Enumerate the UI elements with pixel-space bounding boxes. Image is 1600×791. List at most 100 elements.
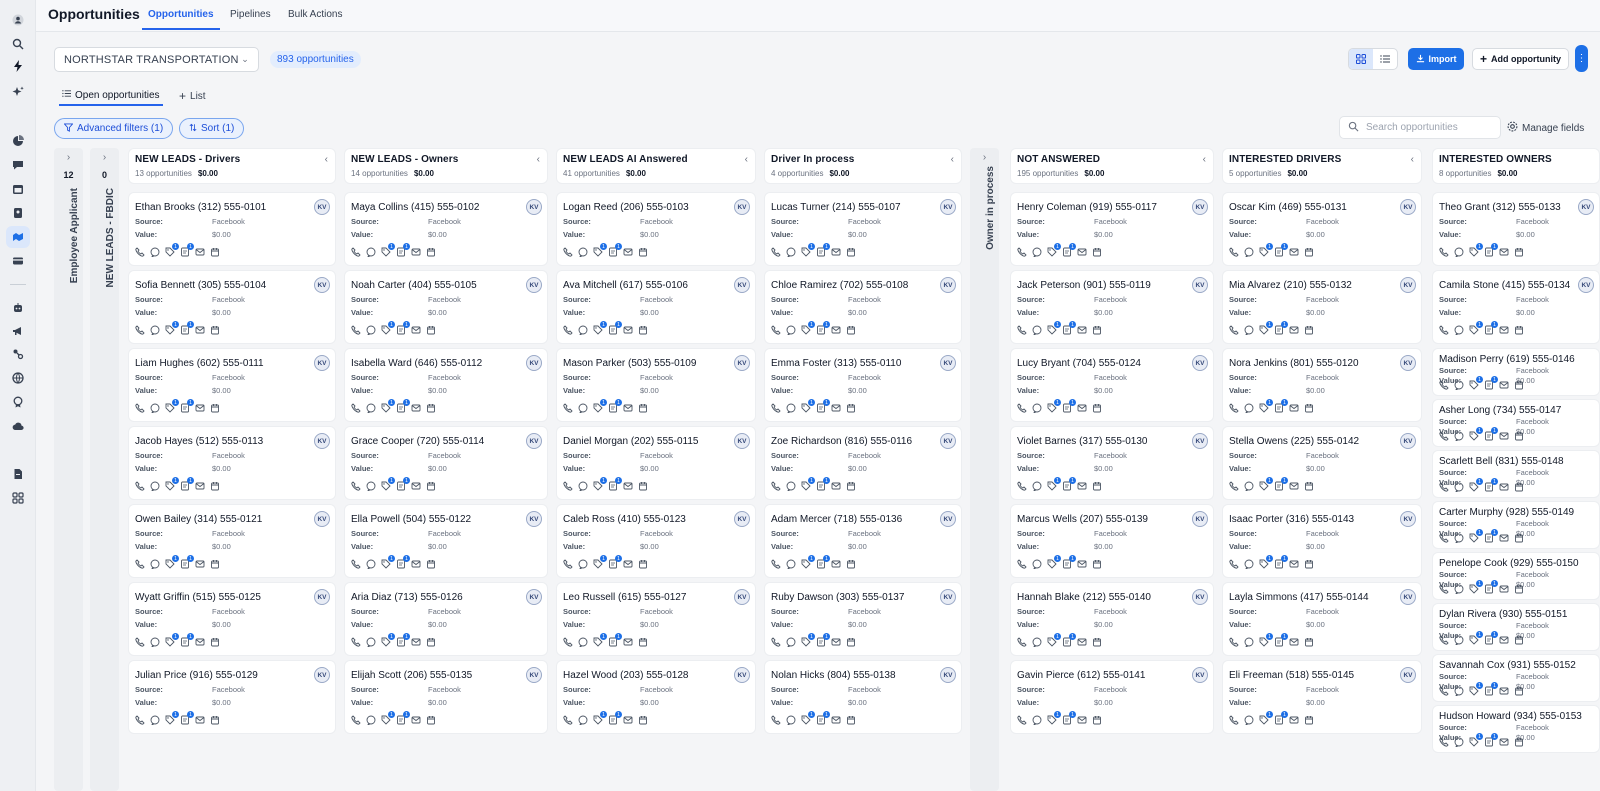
opportunity-name[interactable]: Wyatt Griffin (515) 555-0125 — [135, 592, 329, 603]
assignee-avatar[interactable]: KV — [526, 511, 542, 527]
tab-pipelines[interactable]: Pipelines — [230, 9, 271, 20]
chat-icon[interactable] — [1454, 431, 1464, 441]
sparkle-icon[interactable] — [6, 81, 30, 103]
opportunity-card[interactable]: Gavin Pierce (612) 555-0141 KV Source: Face… — [1010, 660, 1214, 734]
notes-icon[interactable]: 1 — [608, 477, 622, 491]
email-icon[interactable] — [411, 637, 421, 647]
phone-icon[interactable] — [771, 403, 781, 413]
add-opportunity-button[interactable]: + Add opportunity — [1472, 48, 1569, 70]
chevron-right-icon[interactable]: › — [970, 152, 999, 163]
reputation-icon[interactable] — [6, 391, 30, 413]
email-icon[interactable] — [1077, 325, 1087, 335]
notes-icon[interactable]: 1 — [816, 555, 830, 569]
tag-icon[interactable]: 1 — [381, 399, 395, 413]
notes-icon[interactable]: 1 — [1274, 711, 1288, 725]
calendar-icon[interactable] — [1514, 431, 1524, 441]
calendar-icon[interactable] — [210, 325, 220, 335]
opportunity-card[interactable]: Adam Mercer (718) 555-0136 KV Source: Faceb… — [764, 504, 962, 578]
assignee-avatar[interactable]: KV — [314, 433, 330, 449]
tag-icon[interactable]: 1 — [593, 633, 607, 647]
calendar-icon[interactable] — [1514, 584, 1524, 594]
opportunity-name[interactable]: Isabella Ward (646) 555-0112 — [351, 358, 541, 369]
email-icon[interactable] — [411, 403, 421, 413]
opportunity-name[interactable]: Ava Mitchell (617) 555-0106 — [563, 280, 749, 291]
opportunity-card[interactable]: Ruby Dawson (303) 555-0137 KV Source: Faceb… — [764, 582, 962, 656]
calendar-icon[interactable] — [210, 559, 220, 569]
notes-icon[interactable]: 1 — [1062, 711, 1076, 725]
opportunity-name[interactable]: Logan Reed (206) 555-0103 — [563, 202, 749, 213]
calendar-icon[interactable] — [1304, 715, 1314, 725]
collapsed-column-owner-in-process[interactable]: › Owner in process — [970, 148, 999, 791]
email-icon[interactable] — [1289, 481, 1299, 491]
chat-icon[interactable] — [1244, 247, 1254, 257]
calendar-icon[interactable] — [1092, 325, 1102, 335]
contacts-icon[interactable] — [6, 202, 30, 224]
calendar-icon[interactable] — [638, 403, 648, 413]
tag-icon[interactable]: 1 — [801, 633, 815, 647]
opportunity-card[interactable]: Emma Foster (313) 555-0110 KV Source: Faceb… — [764, 348, 962, 422]
email-icon[interactable] — [195, 247, 205, 257]
notes-icon[interactable]: 1 — [1274, 477, 1288, 491]
calendar-icon[interactable] — [846, 403, 856, 413]
opportunity-name[interactable]: Ruby Dawson (303) 555-0137 — [771, 592, 955, 603]
tag-icon[interactable]: 1 — [593, 477, 607, 491]
calendar-icon[interactable] — [1514, 635, 1524, 645]
opportunity-name[interactable]: Owen Bailey (314) 555-0121 — [135, 514, 329, 525]
assignee-avatar[interactable]: KV — [526, 667, 542, 683]
phone-icon[interactable] — [771, 715, 781, 725]
tag-icon[interactable]: 1 — [593, 399, 607, 413]
opportunity-name[interactable]: Grace Cooper (720) 555-0114 — [351, 436, 541, 447]
opportunity-card[interactable]: Maya Collins (415) 555-0102 KV Source: Face… — [344, 192, 548, 266]
add-list-tab[interactable]: + List — [179, 89, 206, 103]
chat-icon[interactable] — [366, 637, 376, 647]
opportunity-card[interactable]: Nolan Hicks (804) 555-0138 KV Source: Faceb… — [764, 660, 962, 734]
notes-icon[interactable]: 1 — [1484, 631, 1498, 645]
opportunity-card[interactable]: Liam Hughes (602) 555-0111 KV Source: Faceb… — [128, 348, 336, 422]
assignee-avatar[interactable]: KV — [940, 199, 956, 215]
opportunity-card[interactable]: Julian Price (916) 555-0129 KV Source: Face… — [128, 660, 336, 734]
calendar-icon[interactable] — [1304, 325, 1314, 335]
chat-icon[interactable] — [1032, 403, 1042, 413]
opportunity-name[interactable]: Scarlett Bell (831) 555-0148 — [1439, 456, 1593, 467]
chat-icon[interactable] — [1454, 380, 1464, 390]
opportunity-name[interactable]: Madison Perry (619) 555-0146 — [1439, 354, 1593, 365]
opportunity-card[interactable]: Lucy Bryant (704) 555-0124 KV Source: Faceb… — [1010, 348, 1214, 422]
chat-icon[interactable] — [1454, 247, 1464, 257]
assignee-avatar[interactable]: KV — [1400, 199, 1416, 215]
calendar-icon[interactable] — [846, 559, 856, 569]
assignee-avatar[interactable]: KV — [734, 277, 750, 293]
assignee-avatar[interactable]: KV — [734, 667, 750, 683]
notes-icon[interactable]: 1 — [816, 243, 830, 257]
calendar-icon[interactable] — [426, 637, 436, 647]
notes-icon[interactable]: 1 — [816, 633, 830, 647]
tag-icon[interactable]: 1 — [593, 243, 607, 257]
tag-icon[interactable]: 1 — [593, 711, 607, 725]
notes-icon[interactable]: 1 — [396, 321, 410, 335]
tag-icon[interactable]: 1 — [1047, 477, 1061, 491]
assignee-avatar[interactable]: KV — [1400, 589, 1416, 605]
calendar-icon[interactable] — [1514, 380, 1524, 390]
calendar-icon[interactable] — [426, 559, 436, 569]
opportunity-name[interactable]: Asher Long (734) 555-0147 — [1439, 405, 1593, 416]
assignee-avatar[interactable]: KV — [314, 355, 330, 371]
calendar-icon[interactable] — [1092, 715, 1102, 725]
tag-icon[interactable]: 1 — [1047, 399, 1061, 413]
notes-icon[interactable]: 1 — [180, 399, 194, 413]
calendar-icon[interactable] — [1304, 403, 1314, 413]
email-icon[interactable] — [1077, 247, 1087, 257]
chat-icon[interactable] — [1244, 325, 1254, 335]
phone-icon[interactable] — [351, 403, 361, 413]
chat-icon[interactable] — [786, 403, 796, 413]
assignee-avatar[interactable]: KV — [734, 433, 750, 449]
opportunity-card[interactable]: Henry Coleman (919) 555-0117 KV Source: Fac… — [1010, 192, 1214, 266]
tag-icon[interactable]: 1 — [165, 711, 179, 725]
notes-icon[interactable]: 1 — [1484, 321, 1498, 335]
automation-icon[interactable] — [6, 343, 30, 365]
opportunity-card[interactable]: Hannah Blake (212) 555-0140 KV Source: Face… — [1010, 582, 1214, 656]
import-button[interactable]: Import — [1408, 48, 1464, 70]
chat-icon[interactable] — [1032, 481, 1042, 491]
phone-icon[interactable] — [351, 481, 361, 491]
chat-icon[interactable] — [1454, 533, 1464, 543]
chat-icon[interactable] — [366, 715, 376, 725]
email-icon[interactable] — [1499, 325, 1509, 335]
